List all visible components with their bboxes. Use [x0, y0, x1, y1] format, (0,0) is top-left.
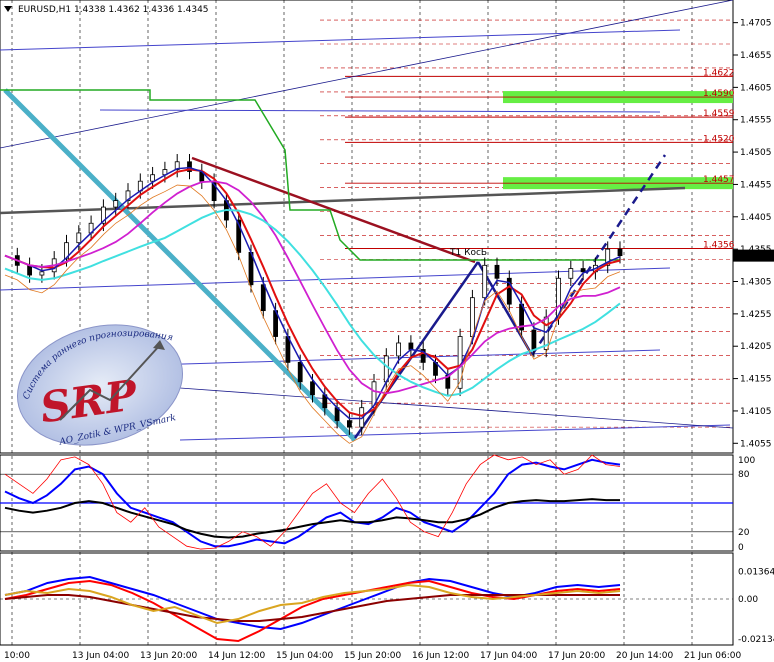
candle-body — [531, 329, 537, 350]
price-axis: 1.4705 1.4655 1.4605 1.4555 1.4505 1.4455 1.44… — [733, 19, 774, 449]
candle-body — [113, 200, 119, 208]
candle-body — [482, 264, 488, 299]
current-price-label: 1.4345 — [736, 252, 768, 262]
y-tick-label: 1.4405 — [740, 213, 772, 223]
candle-body — [260, 284, 266, 312]
y-tick-label: 1.4455 — [740, 180, 772, 190]
candle-body — [494, 264, 500, 279]
x-tick-label: 17 Jun 20:00 — [548, 651, 605, 661]
candle-body — [39, 271, 45, 276]
candle-body — [469, 297, 475, 337]
level-label: 1.4590 — [703, 89, 735, 99]
x-tick-label: 15 Jun 04:00 — [276, 651, 333, 661]
candle-body — [150, 174, 156, 182]
x-tick-label: 10:00 — [4, 651, 30, 661]
candle-body — [396, 342, 402, 357]
candle-body — [310, 381, 315, 396]
candle-body — [346, 420, 352, 428]
x-tick-label: 16 Jun 12:00 — [412, 651, 469, 661]
y-tick-label: 1.4155 — [740, 375, 772, 385]
y-tick-label: 1.4555 — [740, 116, 772, 126]
y-tick-label: 1.4655 — [740, 51, 772, 61]
level-label: 1.4622 — [703, 68, 735, 78]
annotation-label: T1 КоcЬ — [449, 248, 487, 258]
y-tick-label: 1.4505 — [740, 148, 772, 158]
chart-canvas: 1.4622 1.4590 1.4559 1.4520 1.4457 1.4356 T1 … — [0, 0, 774, 661]
x-tick-label: 20 Jun 14:00 — [616, 651, 673, 661]
x-tick-label: 14 Jun 12:00 — [208, 651, 265, 661]
macd-tick-label: -0.02134 — [738, 635, 774, 645]
x-tick-label: 13 Jun 04:00 — [72, 651, 129, 661]
level-label: 1.4457 — [703, 175, 735, 185]
candle-body — [27, 264, 33, 276]
y-tick-label: 1.4105 — [740, 407, 772, 417]
candle-body — [76, 232, 82, 244]
symbol-header: EURUSD,H1 1.4338 1.4362 1.4336 1.4345 — [18, 5, 209, 15]
osc-tick-label: 100 — [738, 456, 755, 466]
candle-body — [617, 248, 623, 257]
osc-tick-label: 20 — [738, 528, 750, 538]
level-label: 1.4356 — [703, 241, 735, 251]
x-tick-label: 17 Jun 04:00 — [480, 651, 537, 661]
x-tick-label: 13 Jun 20:00 — [140, 651, 197, 661]
y-tick-label: 1.4605 — [740, 83, 772, 93]
level-label: 1.4559 — [703, 109, 735, 119]
x-tick-label: 21 Jun 06:00 — [684, 651, 741, 661]
candle-body — [568, 268, 574, 279]
y-tick-label: 1.4055 — [740, 439, 772, 449]
y-tick-label: 1.4305 — [740, 278, 772, 288]
x-tick-label: 15 Jun 20:00 — [344, 651, 401, 661]
y-tick-label: 1.4205 — [740, 342, 772, 352]
candle-body — [408, 342, 414, 350]
time-axis: 10:00 13 Jun 04:00 13 Jun 20:00 14 Jun 12:0… — [4, 651, 741, 661]
level-label: 1.4520 — [703, 134, 735, 144]
macd-tick-label: 0.01364 — [738, 568, 774, 578]
osc-tick-label: 80 — [738, 470, 750, 480]
osc-tick-label: 0 — [738, 543, 744, 553]
y-tick-label: 1.4255 — [740, 310, 772, 320]
macd-tick-label: 0.00 — [738, 595, 758, 605]
candle-body — [580, 268, 586, 273]
y-tick-label: 1.4705 — [740, 19, 772, 29]
candle-body — [297, 361, 303, 383]
